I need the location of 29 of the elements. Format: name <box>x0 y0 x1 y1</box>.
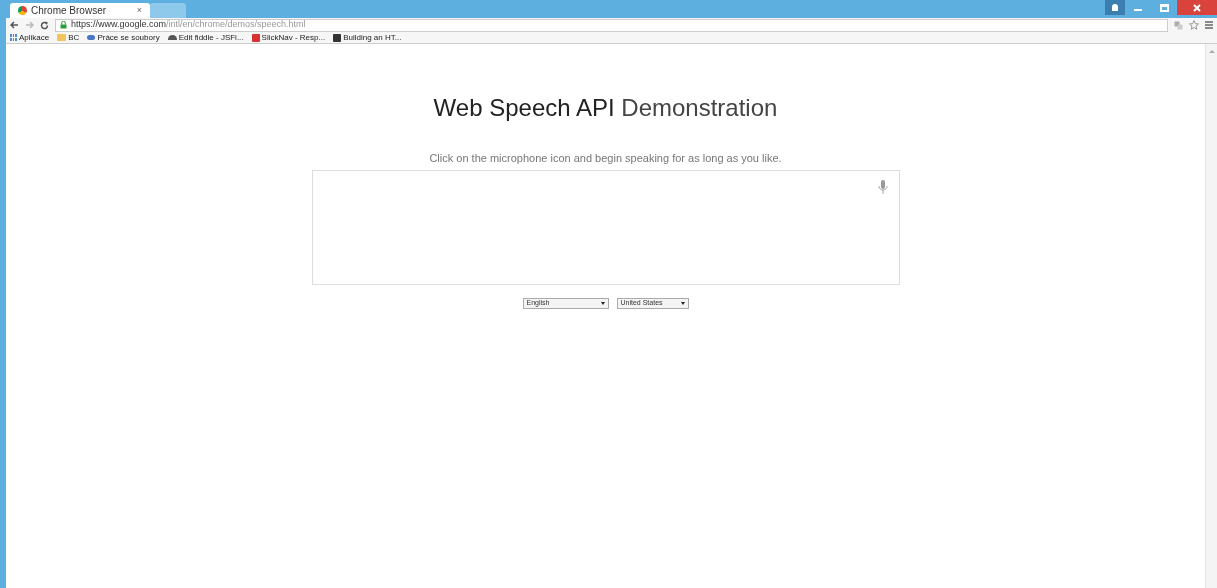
menu-icon[interactable] <box>1205 21 1213 29</box>
chrome-icon <box>18 6 27 15</box>
close-window-button[interactable] <box>1177 0 1217 15</box>
bookmark-link[interactable]: Práce se soubory <box>97 31 160 44</box>
bookmark-icon <box>333 33 342 42</box>
bookmark-link[interactable]: BC <box>68 31 80 44</box>
address-bar[interactable]: https://www.google.com/intl/en/chrome/demos/speech.html <box>55 18 1168 32</box>
reload-button[interactable] <box>40 20 49 30</box>
microphone-icon[interactable] <box>877 179 888 195</box>
transcript-box[interactable] <box>311 169 900 285</box>
scrollbar[interactable] <box>1205 44 1217 588</box>
browser-tab[interactable]: Chrome Browser × <box>10 3 150 18</box>
user-icon[interactable] <box>1105 0 1125 15</box>
close-tab-button[interactable]: × <box>136 3 142 18</box>
instructions-text: Click on the microphone icon and begin speaking for as long as you like. <box>429 151 782 166</box>
star-icon[interactable] <box>1189 20 1199 30</box>
forward-button[interactable] <box>25 21 34 29</box>
bookmark-link[interactable]: Building an HT... <box>343 31 402 44</box>
bookmark-icon <box>251 33 260 42</box>
bookmark-link[interactable]: Edit fiddle - JSFi... <box>178 31 244 44</box>
page-title: Web Speech API Demonstration <box>433 93 778 123</box>
apps-icon <box>10 34 17 41</box>
lock-icon <box>60 21 67 29</box>
close-icon <box>1193 3 1201 12</box>
back-button[interactable] <box>10 21 19 29</box>
bookmark-link[interactable]: Aplikace <box>19 31 50 44</box>
bookmark-link[interactable]: SlickNav - Resp... <box>261 31 326 44</box>
cloud-icon <box>167 35 177 40</box>
folder-icon <box>57 34 67 41</box>
